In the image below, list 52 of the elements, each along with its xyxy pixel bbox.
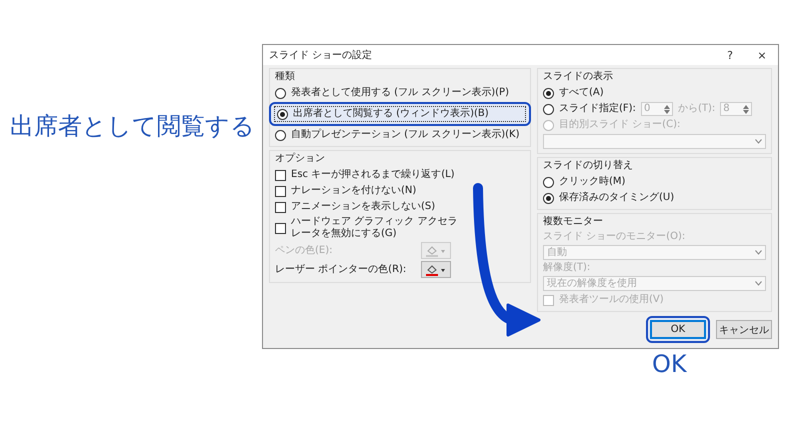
option-label: スライド指定(F):: [559, 103, 636, 115]
radio-option[interactable]: 自動プレゼンテーション (フル スクリーン表示)(K): [275, 128, 525, 142]
checkbox[interactable]: [275, 202, 286, 212]
checkbox-label: ハードウェア グラフィック アクセラレータを無効にする(G): [291, 216, 458, 240]
option-label: クリック時(M): [559, 176, 626, 188]
checkbox-label: 発表者ツールの使用(V): [559, 294, 664, 306]
radio-button[interactable]: [543, 104, 554, 114]
color-picker-button[interactable]: [421, 242, 451, 259]
dropdown-field[interactable]: [543, 134, 766, 149]
help-button[interactable]: ?: [714, 48, 746, 62]
radio-button[interactable]: [543, 176, 554, 188]
option-label: 保存済みのタイミング(U): [559, 192, 674, 204]
option-label: すべて(A): [559, 87, 604, 99]
radio-button[interactable]: [543, 192, 554, 204]
color-label: ペンの色(E):: [275, 244, 334, 256]
cancel-button[interactable]: キャンセル: [716, 320, 772, 339]
checkbox-label: Esc キーが押されるまで繰り返す(L): [291, 169, 455, 181]
chevron-down-icon: [755, 139, 762, 144]
chevron-down-icon: [755, 250, 762, 255]
checkbox[interactable]: [275, 222, 286, 234]
color-label: レーザー ポインターの色(R):: [275, 264, 408, 276]
group-label: スライドの切り替え: [543, 160, 633, 172]
spinner-arrows-icon: [743, 104, 750, 114]
ok-button[interactable]: OK: [650, 320, 706, 339]
annotation-caption: OK: [652, 350, 687, 378]
close-button[interactable]: ×: [746, 48, 778, 62]
radio-option[interactable]: 出席者として閲覧する (ウィンドウ表示)(B): [274, 106, 526, 122]
color-picker-button[interactable]: [421, 261, 451, 278]
checkbox-label: アニメーションを表示しない(S): [291, 201, 436, 213]
annotation-heading: 出席者として閲覧する: [10, 111, 255, 142]
field-label: スライド ショーのモニター(O):: [543, 231, 686, 243]
field-label: 解像度(T):: [543, 262, 590, 274]
option-label: 出席者として閲覧する (ウィンドウ表示)(B): [293, 108, 489, 120]
radio-option[interactable]: 発表者として使用する (フル スクリーン表示)(P): [275, 86, 525, 100]
group-label: スライドの表示: [543, 71, 613, 83]
radio-button[interactable]: [275, 88, 286, 98]
group-label: 種類: [275, 71, 295, 83]
option-label: 自動プレゼンテーション (フル スクリーン表示)(K): [291, 129, 520, 141]
checkbox-label: ナレーションを付けない(N): [291, 185, 416, 197]
spinner-arrows-icon: [664, 104, 670, 114]
option-label: 発表者として使用する (フル スクリーン表示)(P): [291, 87, 509, 99]
radio-button[interactable]: [275, 130, 286, 140]
checkbox[interactable]: [275, 170, 286, 180]
group-label: 複数モニター: [543, 216, 603, 228]
group-label: オプション: [275, 153, 325, 165]
field-label: から(T):: [678, 103, 716, 115]
checkbox[interactable]: [275, 186, 286, 196]
radio-button[interactable]: [277, 108, 288, 120]
option-label: 目的別スライド ショー(C):: [559, 119, 680, 131]
radio-button[interactable]: [543, 88, 554, 98]
chevron-down-icon: [755, 281, 762, 286]
window-title: スライド ショーの設定: [269, 48, 374, 62]
